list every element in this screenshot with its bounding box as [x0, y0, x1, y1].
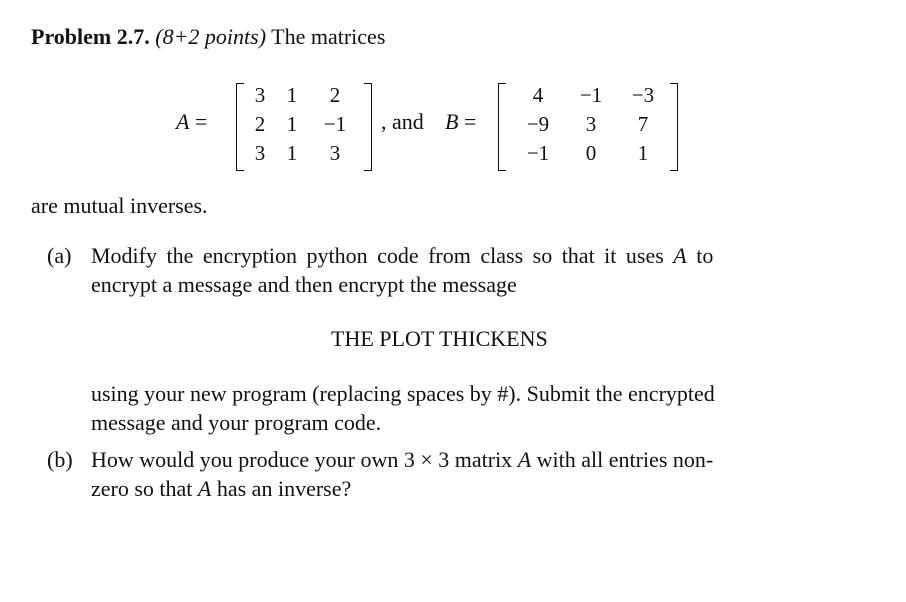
matrix-cell: −9 — [526, 112, 550, 136]
right-bracket — [364, 83, 372, 171]
matrix-cell: 3 — [585, 112, 597, 136]
matrix-cell: 1 — [637, 141, 649, 165]
problem-intro: The matrices — [271, 24, 386, 49]
connector-text: , and — [381, 109, 424, 134]
part-b-label: (b) — [47, 447, 73, 472]
matrix-cell: 7 — [637, 112, 649, 136]
matrix-cell: 1 — [286, 83, 298, 107]
right-bracket — [670, 83, 678, 171]
problem-points: (8+2 points) — [155, 24, 267, 49]
matrix-cell: 1 — [286, 112, 298, 136]
matrix-cell: 3 — [329, 141, 341, 165]
statement-end: are mutual inverses. — [31, 193, 208, 218]
message-to-encrypt: THE PLOT THICKENS — [331, 326, 548, 351]
matrix-b-label: B = — [445, 109, 477, 134]
part-b-line-1: How would you produce your own 3 × 3 mat… — [91, 447, 714, 472]
matrix-cell: 0 — [585, 141, 597, 165]
matrix-cell: −1 — [579, 83, 603, 107]
part-a-line-1: Modify the encryption python code from c… — [91, 243, 714, 268]
part-a-label: (a) — [47, 243, 72, 268]
part-b-line-2: zero so that A has an inverse? — [91, 476, 352, 501]
matrix-a-label: A = — [176, 109, 208, 134]
left-bracket — [498, 83, 506, 171]
problem-label: Problem 2.7. — [31, 24, 150, 49]
matrix-cell: −3 — [631, 83, 655, 107]
matrix-cell: 4 — [532, 83, 544, 107]
matrix-cell: −1 — [323, 112, 347, 136]
part-a-line-3: using your new program (replacing spaces… — [91, 381, 715, 406]
problem-heading: Problem 2.7. (8+2 points) The matrices — [31, 24, 385, 50]
matrix-b: 4 −1 −3 −9 3 7 −1 0 1 — [498, 83, 683, 171]
part-a-line-2: encrypt a message and then encrypt the m… — [91, 272, 517, 297]
matrix-a: 3 1 2 2 1 −1 3 1 3 — [236, 83, 376, 171]
matrix-cell: 1 — [286, 141, 298, 165]
part-a-line-4: message and your program code. — [91, 410, 382, 435]
matrix-cell: −1 — [526, 141, 550, 165]
matrix-cell: 2 — [329, 83, 341, 107]
